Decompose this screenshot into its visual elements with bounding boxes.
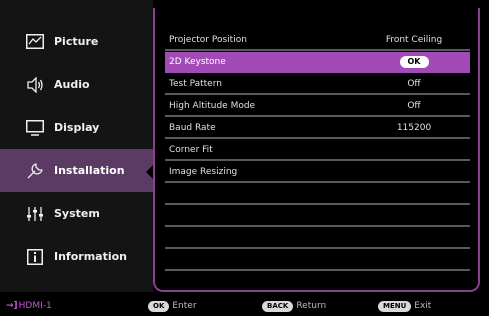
setting-row-projector-position[interactable]: Projector Position Front Ceiling [165, 30, 470, 52]
source-input-icon: →] [6, 301, 18, 311]
back-key-icon: BACK [262, 300, 294, 312]
sidebar-item-label: Installation [54, 164, 125, 177]
setting-row-image-resizing[interactable]: Image Resizing [165, 162, 470, 184]
sidebar-item-display[interactable]: Display [0, 106, 153, 149]
empty-row [165, 228, 470, 250]
setting-row-corner-fit[interactable]: Corner Fit [165, 140, 470, 162]
setting-value: Off [407, 78, 421, 89]
hint-exit-label: Exit [414, 301, 432, 311]
sidebar-item-picture[interactable]: Picture [0, 20, 153, 63]
setting-value: 115200 [396, 122, 432, 133]
info-icon [24, 247, 46, 267]
input-source: →] HDMI-1 [6, 301, 52, 311]
sidebar-item-label: Picture [54, 35, 99, 48]
speaker-icon [24, 75, 46, 95]
hint-exit: MENU Exit [378, 300, 432, 312]
settings-panel: Projector Position Front Ceiling 2D Keys… [153, 8, 480, 292]
empty-row [165, 184, 470, 206]
hint-enter: OK Enter [148, 300, 197, 312]
setting-name: High Altitude Mode [169, 100, 256, 111]
empty-row [165, 206, 470, 228]
setting-row-test-pattern[interactable]: Test Pattern Off [165, 74, 470, 96]
sidebar: Picture Audio Display Installation Syste… [0, 0, 154, 292]
setting-value: Front Ceiling [385, 34, 443, 45]
ok-button[interactable]: OK [399, 55, 429, 68]
sidebar-item-label: Information [54, 250, 127, 263]
hint-return-label: Return [296, 301, 327, 311]
menu-key-icon: MENU [378, 300, 412, 312]
ok-key-icon: OK [148, 300, 170, 312]
hint-enter-label: Enter [172, 301, 197, 311]
sidebar-item-label: Display [54, 121, 100, 134]
setting-name: Test Pattern [169, 78, 222, 89]
monitor-icon [24, 118, 46, 138]
sidebar-item-label: System [54, 207, 100, 220]
sidebar-item-audio[interactable]: Audio [0, 63, 153, 106]
sidebar-item-system[interactable]: System [0, 192, 153, 235]
setting-name: Image Resizing [169, 166, 238, 177]
chart-line-icon [24, 32, 46, 52]
source-label: HDMI-1 [18, 301, 52, 311]
footer-hint-bar: →] HDMI-1 OK Enter BACK Return MENU Exit [0, 296, 489, 316]
setting-name: Projector Position [169, 34, 247, 45]
wrench-icon [24, 161, 46, 181]
setting-name: Corner Fit [169, 144, 213, 155]
setting-value: Off [407, 100, 421, 111]
setting-name: 2D Keystone [169, 56, 226, 67]
setting-row-baud-rate[interactable]: Baud Rate 115200 [165, 118, 470, 140]
setting-name: Baud Rate [169, 122, 216, 133]
setting-row-high-altitude-mode[interactable]: High Altitude Mode Off [165, 96, 470, 118]
sidebar-item-installation[interactable]: Installation [0, 149, 153, 192]
sidebar-item-label: Audio [54, 78, 90, 91]
sidebar-item-information[interactable]: Information [0, 235, 153, 278]
setting-row-2d-keystone[interactable]: 2D Keystone OK [165, 52, 470, 74]
sliders-icon [24, 204, 46, 224]
empty-row [165, 250, 470, 272]
setting-value: OK [365, 55, 463, 68]
hint-return: BACK Return [262, 300, 327, 312]
